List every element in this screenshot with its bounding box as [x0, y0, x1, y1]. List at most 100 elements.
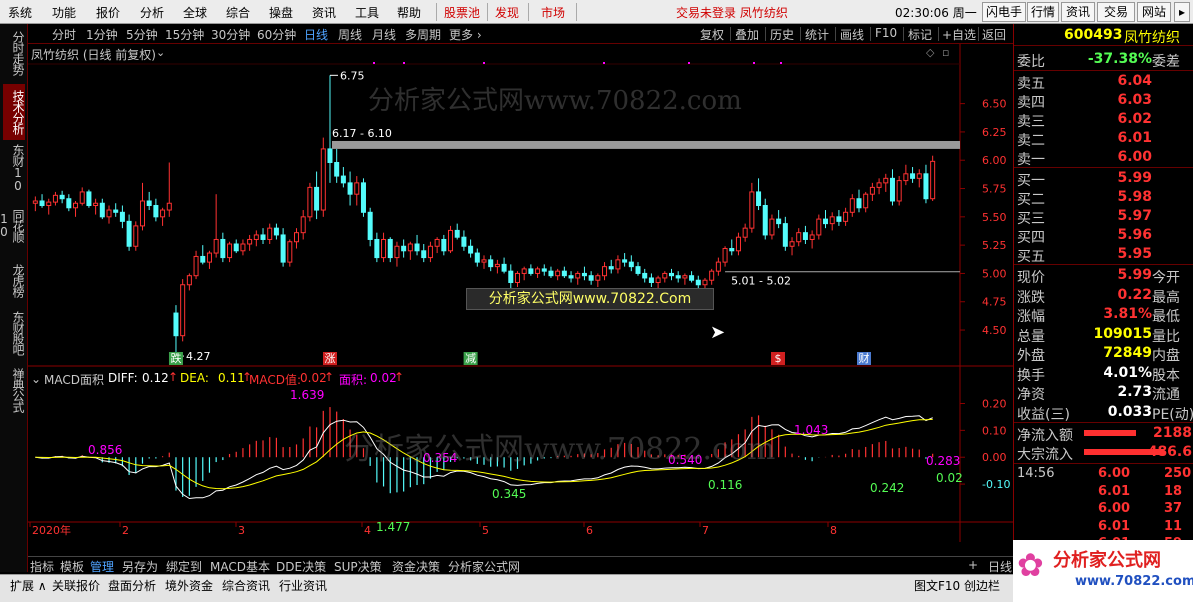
period-multi[interactable]: 多周期	[405, 26, 441, 43]
menu-discover[interactable]: 发现	[495, 4, 519, 21]
menu-help[interactable]: 帮助	[397, 4, 421, 21]
tab-formula[interactable]: 禅典公式	[3, 364, 25, 416]
candle-body	[602, 266, 608, 277]
toolbar-site-button[interactable]: 网站	[1137, 2, 1171, 22]
tab-indicator[interactable]: 指标	[30, 558, 54, 575]
tool-statistics[interactable]: 统计	[805, 26, 829, 43]
candle-body	[267, 227, 273, 240]
tool-f10[interactable]: F10	[875, 26, 897, 40]
toolbar-quote-button[interactable]: 行情	[1027, 2, 1059, 22]
status-composite-news[interactable]: 综合资讯	[222, 577, 270, 594]
tab-formula-site[interactable]: 分析家公式网	[448, 558, 520, 575]
candle-body	[930, 160, 936, 200]
macd-diff-value: 0.12	[142, 371, 169, 385]
period-30min[interactable]: 30分钟	[211, 26, 250, 43]
toolbar-trade-button[interactable]: 交易	[1097, 2, 1135, 22]
candle-body	[227, 243, 233, 259]
tab-sup[interactable]: SUP决策	[334, 558, 382, 575]
period-monthly[interactable]: 月线	[372, 26, 396, 43]
status-board-analysis[interactable]: 盘面分析	[108, 577, 156, 594]
trade-notice: 交易未登录 凤竹纺织	[676, 6, 788, 20]
tool-mark[interactable]: 标记	[908, 26, 932, 43]
diamond-icon[interactable]: ◇	[926, 46, 934, 59]
stat-label: 现价	[1017, 270, 1045, 286]
tab-time-share[interactable]: 分时走势	[3, 26, 25, 80]
toolbar-more-button[interactable]: ▸	[1174, 2, 1190, 22]
sell-level-label: 卖一	[1017, 152, 1045, 168]
macd-collapse-icon[interactable]: ⌄	[31, 372, 41, 386]
candle-body	[314, 186, 320, 211]
chart-title-dropdown-icon[interactable]: ⌄	[156, 46, 165, 59]
tab-guba[interactable]: 东财股吧	[3, 306, 25, 360]
menu-system[interactable]: 系统	[8, 4, 32, 21]
tab-manage[interactable]: 管理	[90, 558, 114, 575]
period-60min[interactable]: 60分钟	[257, 26, 296, 43]
status-expand[interactable]: 扩展 ∧	[10, 577, 47, 594]
x-tick-label: 8	[830, 524, 837, 537]
tab-technical-analysis[interactable]: 技术分析	[3, 84, 25, 140]
period-daily[interactable]: 日线	[304, 26, 328, 43]
sell-price: 6.02	[1117, 111, 1152, 127]
buy-row: 买四 5.96	[1014, 226, 1193, 246]
menu-analysis[interactable]: 分析	[140, 4, 164, 21]
menu-stock-pool[interactable]: 股票池	[444, 4, 480, 21]
period-5min[interactable]: 5分钟	[126, 26, 158, 43]
tool-back[interactable]: 返回	[982, 26, 1006, 43]
period-1min[interactable]: 1分钟	[86, 26, 118, 43]
menu-tools[interactable]: 工具	[355, 4, 379, 21]
toolbar-flash-button[interactable]: 闪电手	[982, 2, 1026, 22]
tool-overlay[interactable]: 叠加	[735, 26, 759, 43]
menu-quote[interactable]: 报价	[96, 4, 120, 21]
period-15min[interactable]: 15分钟	[165, 26, 204, 43]
candle-body	[876, 182, 882, 188]
tab-dde[interactable]: DDE决策	[276, 558, 326, 575]
menu-trading[interactable]: 操盘	[269, 4, 293, 21]
watermark-bottom: 分析家公式网www.70822.com	[344, 432, 776, 467]
menu-market[interactable]: 市场	[541, 4, 565, 21]
candle-body	[528, 268, 534, 274]
status-right[interactable]: 图文F10 创边栏	[914, 577, 1000, 594]
candle-body	[756, 191, 762, 207]
period-more[interactable]: 更多 ›	[449, 26, 482, 43]
tab-tonghuashun[interactable]: 同花顺10	[0, 196, 25, 254]
tool-history[interactable]: 历史	[770, 26, 794, 43]
status-industry-news[interactable]: 行业资讯	[279, 577, 327, 594]
stat-right-label: 流通	[1152, 387, 1180, 403]
candle-body	[206, 252, 212, 263]
tab-save-as[interactable]: 另存为	[122, 558, 158, 575]
tab-fund[interactable]: 资金决策	[392, 558, 440, 575]
site-logo: ✿ 分析家公式网 www.70822.com	[1013, 540, 1193, 602]
tick-volume: 37	[1164, 501, 1183, 516]
menu-comprehensive[interactable]: 综合	[226, 4, 250, 21]
tick-row: 14:56 6.00 250	[1014, 466, 1193, 485]
candle-body	[401, 245, 407, 252]
status-related[interactable]: 关联报价	[52, 577, 100, 594]
tab-bind-to[interactable]: 绑定到	[166, 558, 202, 575]
expand-icon[interactable]: ▫	[942, 46, 949, 59]
tab-eastmoney[interactable]: 东财10	[3, 144, 25, 192]
tab-longhubang[interactable]: 龙虎榜	[3, 258, 25, 302]
y-tick-label: 4.75	[982, 296, 1007, 309]
menu-news[interactable]: 资讯	[312, 4, 336, 21]
candle-body	[561, 270, 567, 277]
stat-value: 2.73	[1117, 384, 1152, 400]
candle-body	[628, 261, 634, 268]
tool-restore-rights[interactable]: 复权	[700, 26, 724, 43]
tool-draw-line[interactable]: 画线	[840, 26, 864, 43]
menu-divider	[528, 3, 529, 21]
add-tab-button[interactable]: +	[968, 558, 978, 572]
tab-template[interactable]: 模板	[60, 558, 84, 575]
candle-body	[293, 232, 300, 243]
tool-add-watchlist[interactable]: +自选	[942, 26, 976, 43]
tool-divider	[835, 27, 836, 41]
menu-function[interactable]: 功能	[52, 4, 76, 21]
menu-global[interactable]: 全球	[183, 4, 207, 21]
period-tabs: 分时 1分钟 5分钟 15分钟 30分钟 60分钟 日线 周线 月线 多周期 更…	[28, 24, 1013, 44]
tab-macd-basic[interactable]: MACD基本	[210, 558, 270, 575]
toolbar-news-button[interactable]: 资讯	[1061, 2, 1095, 22]
macd-area-label: 1.477	[376, 520, 410, 534]
period-weekly[interactable]: 周线	[338, 26, 362, 43]
candle-body	[307, 186, 313, 218]
status-foreign-funds[interactable]: 境外资金	[165, 577, 213, 594]
period-timeshare[interactable]: 分时	[52, 26, 76, 43]
